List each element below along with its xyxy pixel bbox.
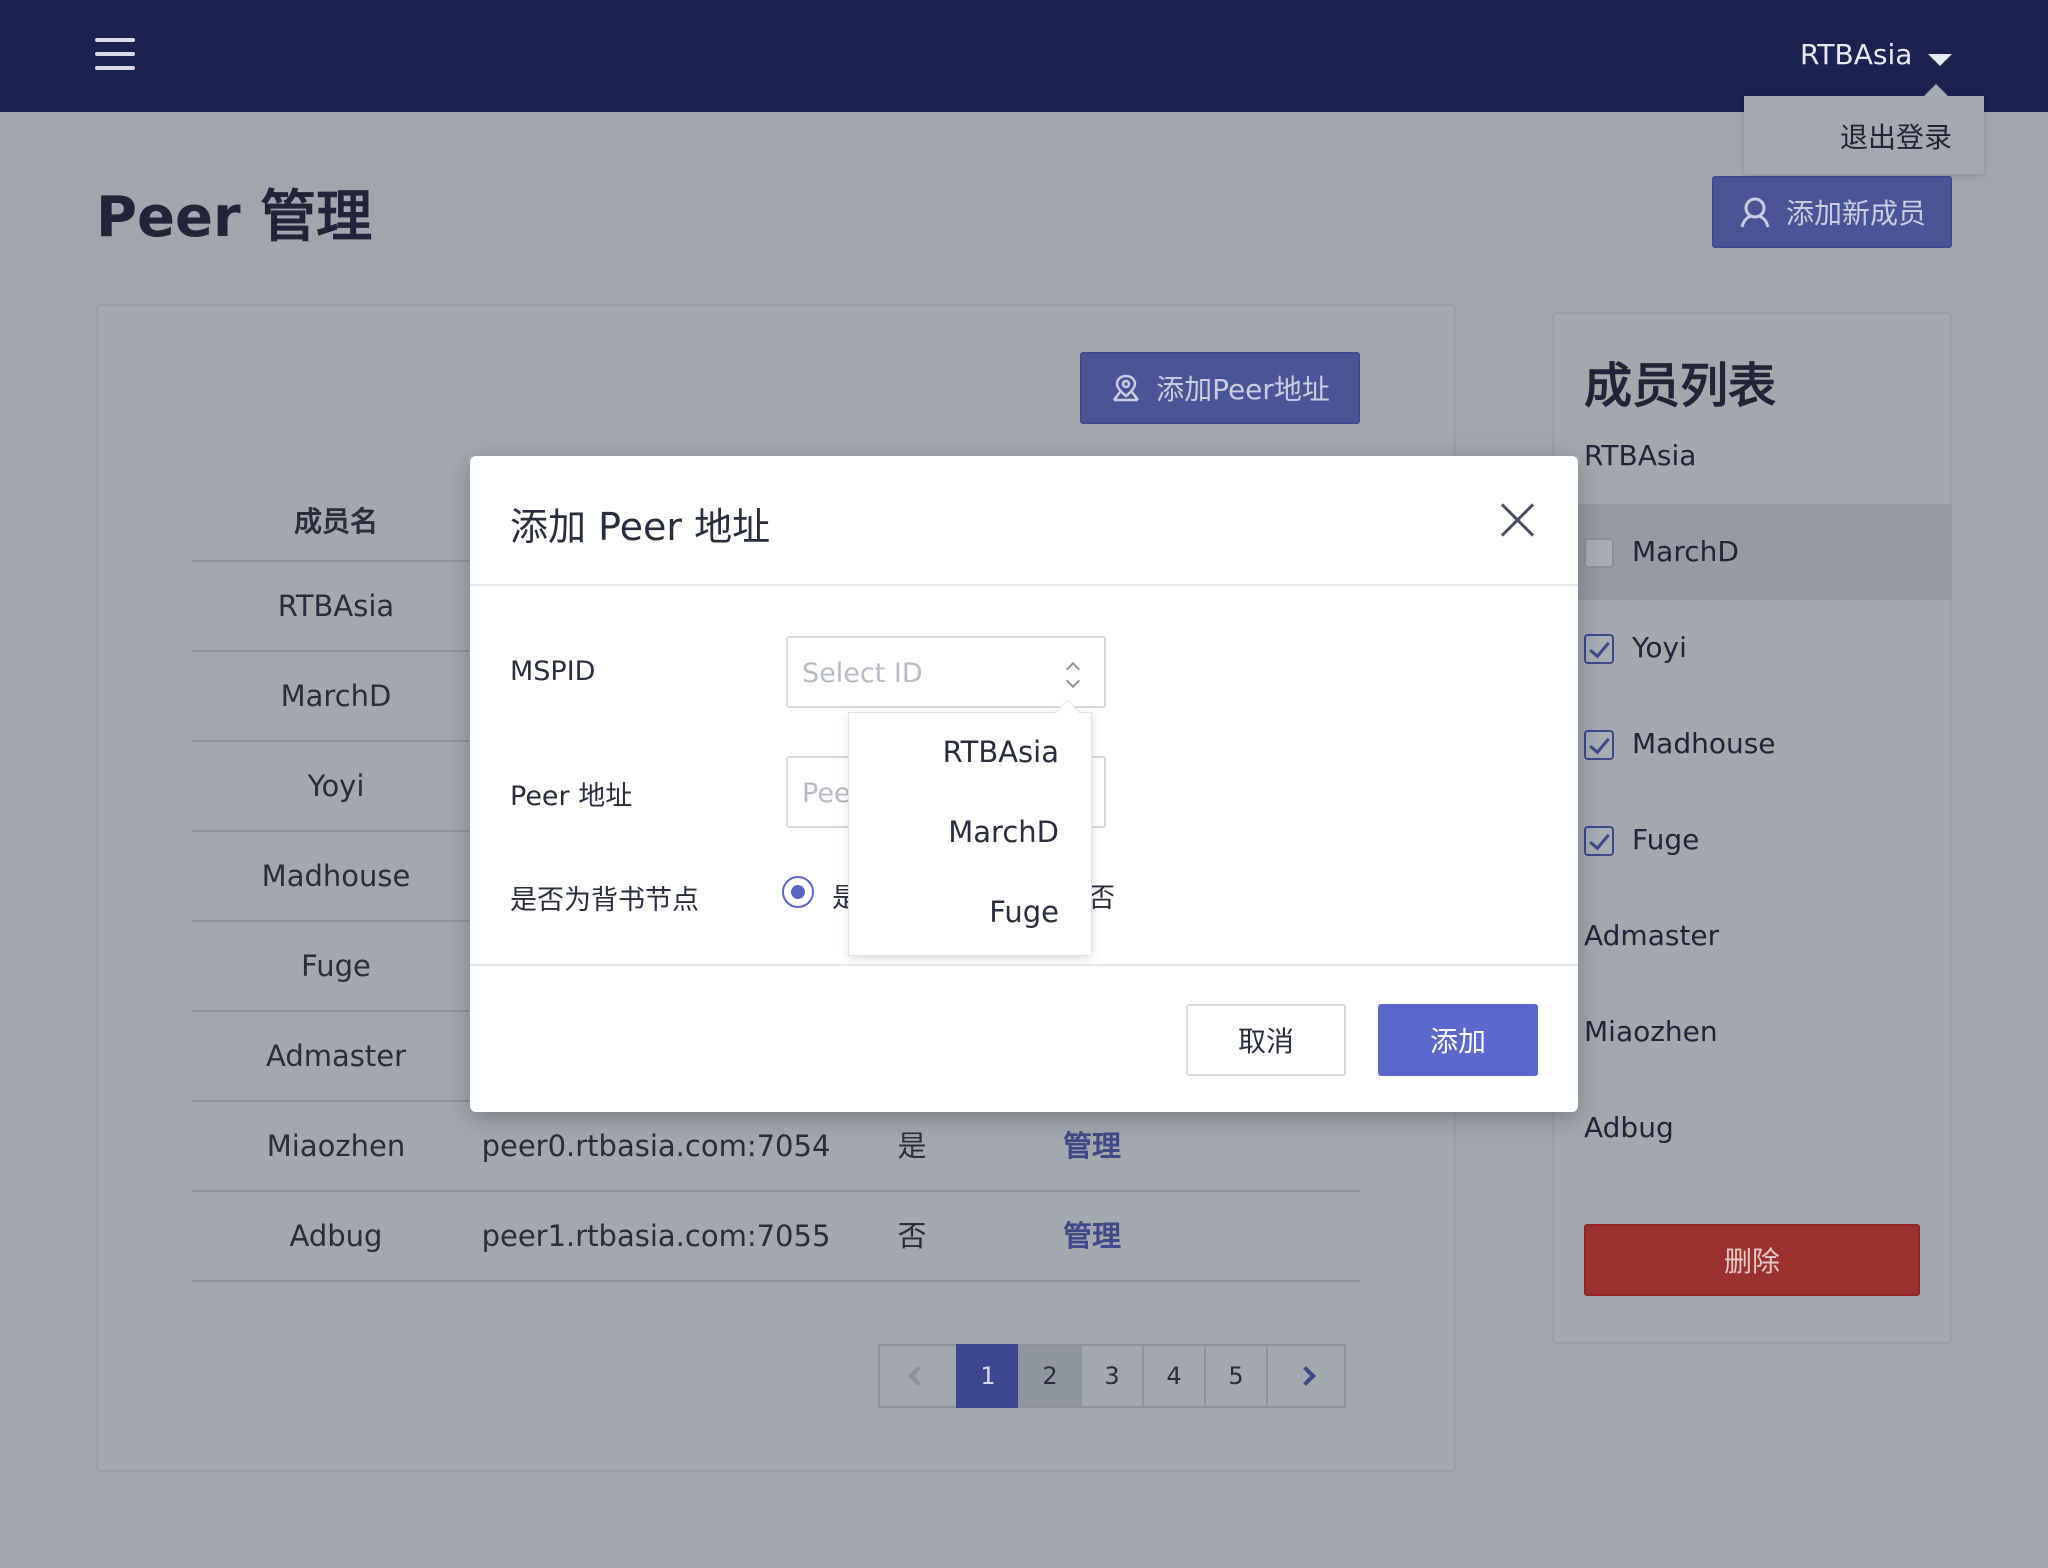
member-item[interactable]: Fuge — [1552, 792, 1952, 888]
dropdown-option[interactable]: Fuge — [989, 895, 1059, 929]
add-peer-button[interactable]: 添加Peer地址 — [1080, 352, 1360, 424]
member-item-label: Madhouse — [1632, 727, 1776, 760]
cell-member-name: MarchD — [280, 679, 392, 713]
table-bottom-border — [192, 1280, 1360, 1282]
hamburger-menu-icon[interactable] — [95, 38, 135, 70]
cell-peer-address: peer0.rtbasia.com:7054 — [481, 1129, 831, 1163]
member-item-label: Miaozhen — [1584, 1015, 1718, 1048]
dropdown-option[interactable]: MarchD — [948, 815, 1059, 849]
pagination: 1 2 3 4 5 — [878, 1344, 1346, 1408]
page-button-5[interactable]: 5 — [1204, 1344, 1268, 1408]
user-icon — [1740, 197, 1770, 228]
user-menu-name[interactable]: RTBAsia — [1800, 38, 1912, 71]
logout-menu-item[interactable]: 退出登录 — [1840, 116, 1952, 156]
updown-chevron-icon — [1066, 660, 1080, 690]
add-member-button[interactable]: 添加新成员 — [1712, 176, 1952, 248]
peer-address-placeholder: Peer — [802, 778, 850, 809]
member-item-label: Adbug — [1584, 1111, 1674, 1144]
mspid-placeholder: Select ID — [802, 658, 923, 689]
cell-peer-address: peer1.rtbasia.com:7055 — [481, 1219, 831, 1253]
member-item-label: MarchD — [1632, 535, 1739, 568]
cell-member-name: RTBAsia — [277, 589, 395, 623]
cancel-button[interactable]: 取消 — [1186, 1004, 1346, 1076]
radio-no-label[interactable]: 否 — [1088, 876, 1115, 915]
cell-endorse: 是 — [897, 1129, 927, 1163]
location-icon — [1113, 374, 1140, 402]
member-item[interactable]: Madhouse — [1552, 696, 1952, 792]
member-item-label: Yoyi — [1632, 631, 1687, 664]
member-checkbox[interactable] — [1584, 538, 1614, 568]
cell-member-name: Adbug — [289, 1219, 383, 1253]
close-icon[interactable] — [1500, 502, 1536, 538]
manage-link[interactable]: 管理 — [1002, 1102, 1182, 1190]
cell-endorse: 否 — [897, 1219, 927, 1253]
member-item: Admaster — [1552, 888, 1952, 984]
table-row: Miaozhen peer0.rtbasia.com:7054 是 管理 — [192, 1100, 1360, 1190]
member-item[interactable]: MarchD — [1552, 504, 1952, 600]
cell-member-name: Fuge — [301, 949, 371, 983]
caret-down-icon[interactable] — [1928, 54, 1952, 66]
next-page-button[interactable] — [1266, 1344, 1346, 1408]
cell-member-name: Madhouse — [261, 859, 411, 893]
member-item: Miaozhen — [1552, 984, 1952, 1080]
modal-footer-divider — [470, 964, 1578, 966]
add-member-label: 添加新成员 — [1785, 197, 1926, 230]
member-checkbox[interactable] — [1584, 634, 1614, 664]
page-button-4[interactable]: 4 — [1142, 1344, 1206, 1408]
member-list-title: 成员列表 — [1584, 358, 1777, 414]
add-peer-label: 添加Peer地址 — [1156, 373, 1330, 406]
chevron-left-icon — [908, 1366, 928, 1386]
member-item-label: Fuge — [1632, 823, 1700, 856]
member-item[interactable]: Yoyi — [1552, 600, 1952, 696]
page-title: Peer 管理 — [96, 185, 373, 250]
endorse-label: 是否为背书节点 — [510, 885, 699, 916]
dropdown-option[interactable]: RTBAsia — [943, 735, 1059, 769]
member-item: Adbug — [1552, 1080, 1952, 1176]
prev-page-button[interactable] — [878, 1344, 958, 1408]
cell-member-name: Yoyi — [307, 769, 365, 803]
member-item-label: RTBAsia — [1584, 439, 1697, 472]
top-navbar: RTBAsia — [0, 0, 2048, 112]
submit-add-button[interactable]: 添加 — [1378, 1004, 1538, 1076]
member-item-label: Admaster — [1584, 919, 1720, 952]
column-header-name: 成员名 — [293, 505, 378, 538]
mspid-select[interactable]: Select ID — [786, 636, 1106, 708]
delete-button[interactable]: 删除 — [1584, 1224, 1920, 1296]
user-dropdown: 退出登录 — [1744, 84, 1984, 174]
member-checkbox[interactable] — [1584, 730, 1614, 760]
member-item: RTBAsia — [1552, 408, 1952, 504]
modal-title: 添加 Peer 地址 — [510, 505, 771, 549]
mspid-dropdown: RTBAsia MarchD Fuge — [848, 712, 1092, 956]
add-peer-modal: 添加 Peer 地址 MSPID Select ID Peer 地址 Peer … — [470, 456, 1578, 1112]
cell-member-name: Miaozhen — [266, 1129, 406, 1163]
page-button-2[interactable]: 2 — [1018, 1344, 1082, 1408]
table-row: Adbug peer1.rtbasia.com:7055 否 管理 — [192, 1190, 1360, 1280]
page-button-1[interactable]: 1 — [956, 1344, 1020, 1408]
page-button-3[interactable]: 3 — [1080, 1344, 1144, 1408]
peer-address-label: Peer 地址 — [510, 781, 633, 812]
cell-member-name: Admaster — [265, 1039, 406, 1073]
manage-link[interactable]: 管理 — [1002, 1192, 1182, 1280]
mspid-label: MSPID — [510, 656, 596, 687]
modal-header-divider — [470, 584, 1578, 586]
member-checkbox[interactable] — [1584, 826, 1614, 856]
chevron-right-icon — [1296, 1366, 1316, 1386]
radio-yes[interactable] — [782, 876, 814, 908]
